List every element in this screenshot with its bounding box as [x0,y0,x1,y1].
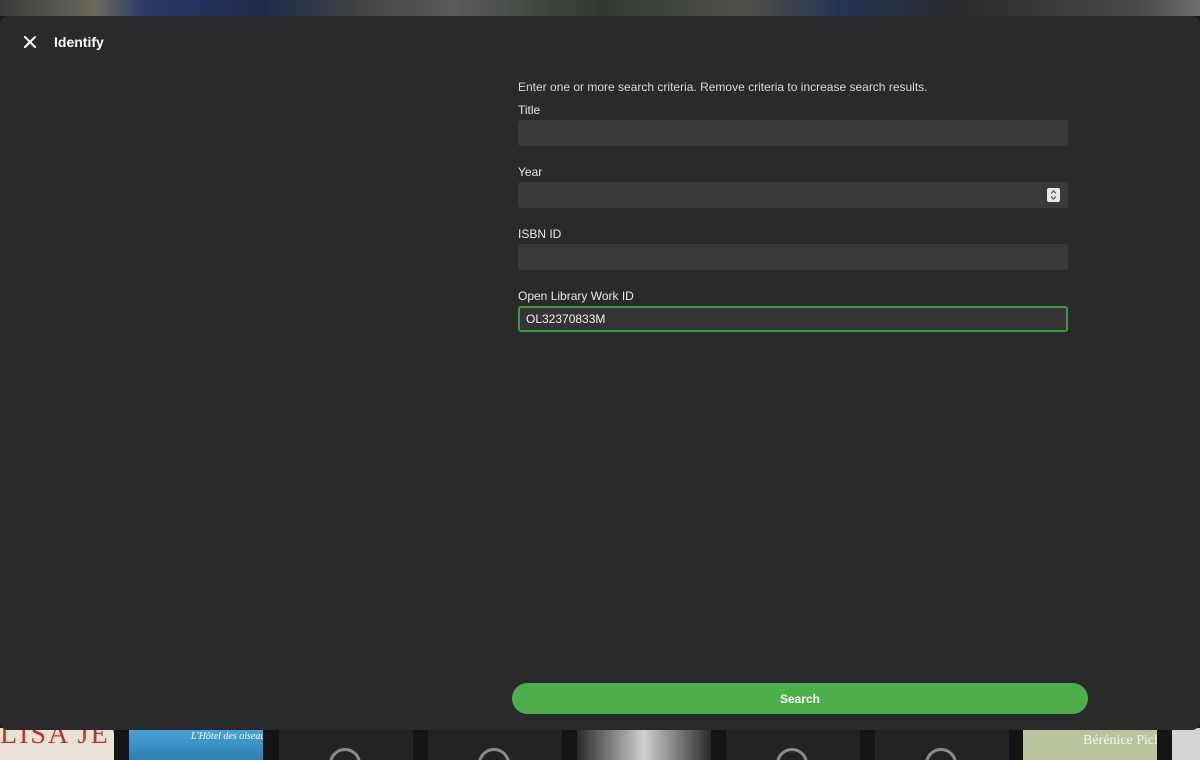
book-cover-placeholder [726,728,860,760]
isbn-input[interactable] [518,244,1068,270]
search-hint: Enter one or more search criteria. Remov… [518,80,928,94]
title-field: Title [518,103,1068,146]
library-background-top [0,0,1200,16]
book-cover-placeholder [428,728,562,760]
book-cover [577,728,711,760]
placeholder-ring-icon [776,748,808,760]
book-cover: L'Hôtel des oiseaux [129,728,263,760]
year-label: Year [518,165,543,179]
identify-dialog: Identify Enter one or more search criter… [0,16,1200,730]
identify-form: Enter one or more search criteria. Remov… [518,80,1068,351]
book-cover: Bérénice Pichat [1023,728,1157,760]
book-cover: LISA JEWELL [0,728,114,760]
open-library-work-id-label: Open Library Work ID [518,289,634,303]
close-button[interactable] [20,32,40,52]
placeholder-ring-icon [329,748,361,760]
library-background-covers: LISA JEWELL L'Hôtel des oiseaux Bérénice… [0,728,1200,760]
open-library-work-id-input[interactable] [518,306,1068,332]
dialog-title: Identify [54,34,104,50]
close-icon [24,36,36,48]
year-field: Year [518,165,1068,208]
isbn-label: ISBN ID [518,227,562,241]
year-stepper[interactable] [1047,188,1060,202]
search-button[interactable]: Search [512,683,1088,714]
book-cover-text: LISA JEWELL [0,728,114,750]
stepper-arrows-icon [1050,190,1057,200]
title-input[interactable] [518,120,1068,146]
book-cover-text: L'Hôtel des oiseaux [191,731,263,742]
year-input[interactable] [518,182,1068,208]
book-cover-placeholder [279,728,413,760]
title-label: Title [518,103,541,117]
placeholder-ring-icon [925,748,957,760]
placeholder-ring-icon [478,748,510,760]
open-library-work-id-field: Open Library Work ID [518,289,1068,332]
book-cover [1172,728,1200,760]
book-cover-placeholder [875,728,1009,760]
isbn-field: ISBN ID [518,227,1068,270]
book-cover-text: Bérénice Pichat [1083,733,1157,748]
